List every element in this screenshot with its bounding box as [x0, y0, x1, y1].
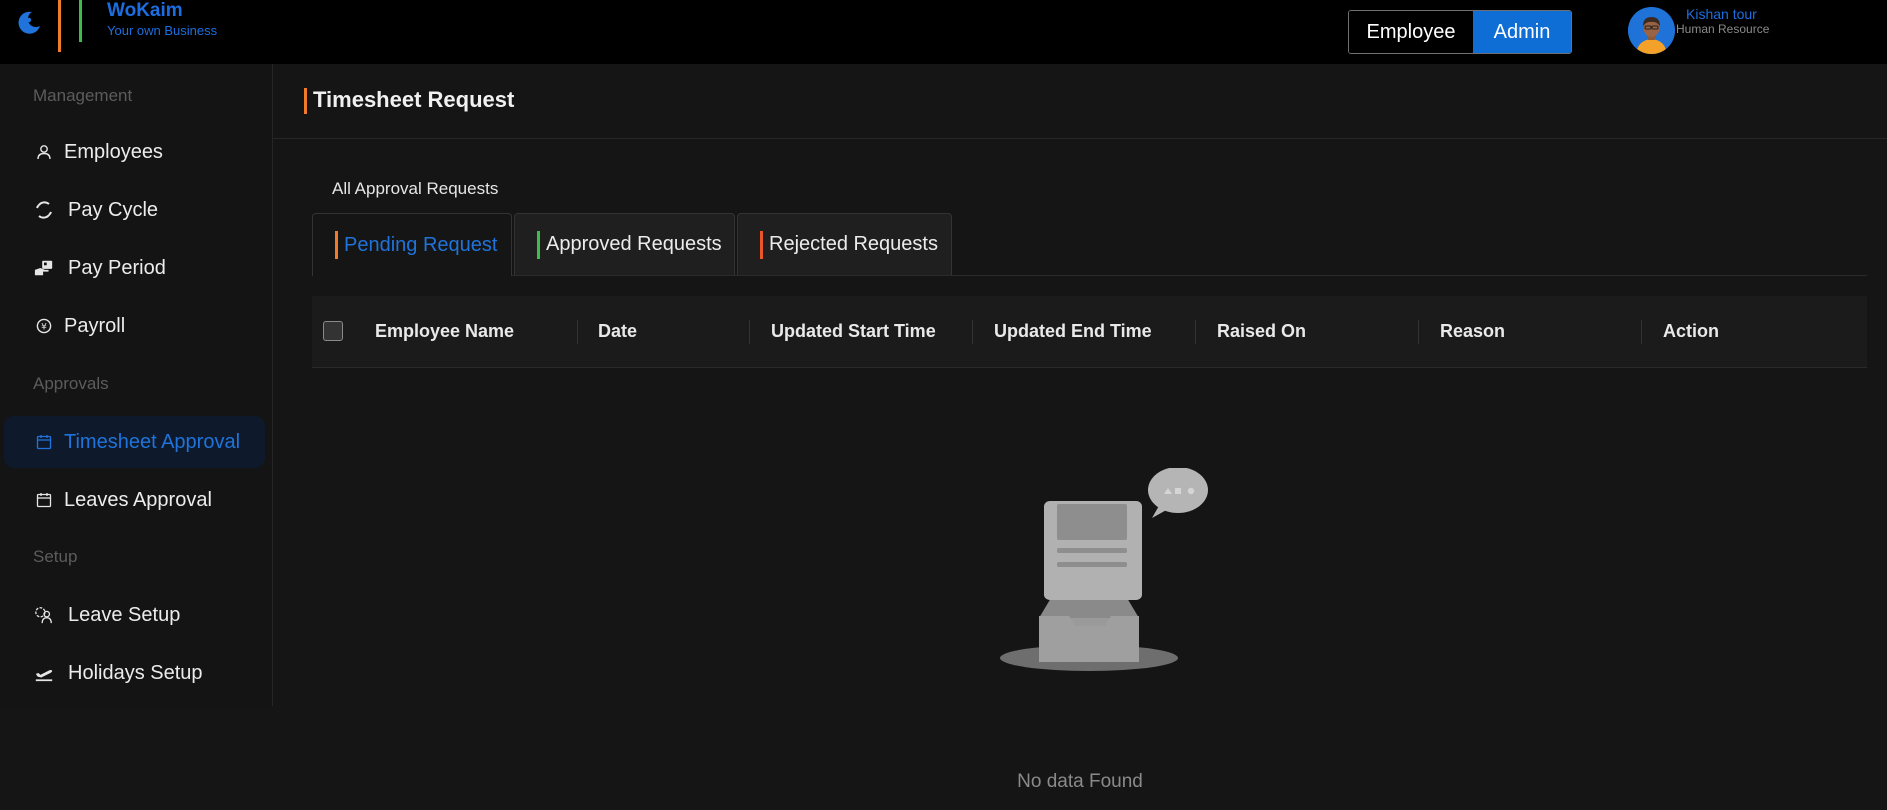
section-label-approvals: Approvals — [33, 374, 109, 393]
avatar[interactable] — [1628, 7, 1675, 54]
brand-tagline: Your own Business — [107, 23, 218, 38]
logo-bar-green — [79, 0, 82, 42]
sidebar-item-label: Timesheet Approval — [64, 430, 241, 453]
sidebar-item-label: Leaves Approval — [64, 488, 212, 511]
brand-name[interactable]: WoKaim — [107, 0, 183, 22]
sidebar-item-employees[interactable]: Employees — [4, 126, 265, 178]
sidebar-item-pay-cycle[interactable]: Pay Cycle — [4, 184, 265, 236]
column-header-updated-end-time[interactable]: Updated End Time — [994, 296, 1152, 367]
sidebar-item-label: Holidays Setup — [68, 661, 203, 684]
sidebar-item-pay-period[interactable]: Pay Period — [4, 242, 265, 294]
tab-accent-bar — [335, 231, 338, 259]
sidebar-item-label: Pay Period — [68, 256, 166, 279]
column-header-updated-start-time[interactable]: Updated Start Time — [771, 296, 936, 367]
tab-accent-bar — [537, 230, 540, 259]
empty-state-text: No data Found — [1017, 771, 1143, 792]
user-role: Human Resource — [1676, 22, 1770, 36]
plane-takeoff-icon — [34, 663, 54, 683]
admin-role-button[interactable]: Admin — [1473, 11, 1571, 53]
column-divider — [972, 320, 973, 344]
cycle-icon — [34, 200, 54, 220]
select-all-checkbox[interactable] — [323, 321, 343, 341]
column-divider — [1641, 320, 1642, 344]
sidebar-item-leaves-approval[interactable]: Leaves Approval — [4, 474, 265, 526]
column-header-date[interactable]: Date — [598, 296, 637, 367]
tab-rejected-requests[interactable]: Rejected Requests — [737, 213, 952, 275]
sidebar-item-timesheet-approval[interactable]: Timesheet Approval — [4, 416, 265, 468]
section-label-setup: Setup — [33, 547, 78, 566]
sidebar-item-label: Pay Cycle — [68, 198, 159, 221]
moon-logo-icon — [18, 11, 40, 34]
main-content: Timesheet Request All Approval Requests … — [273, 64, 1887, 810]
column-divider — [749, 320, 750, 344]
user-settings-icon — [34, 605, 54, 625]
title-accent-bar — [304, 88, 307, 114]
table-header: Employee Name Date Updated Start Time Up… — [312, 296, 1867, 368]
top-bar: WoKaim Your own Business Employee Admin … — [0, 0, 1887, 64]
user-icon — [34, 142, 54, 162]
column-divider — [577, 320, 578, 344]
user-avatar-icon — [1628, 7, 1675, 54]
page-header: Timesheet Request — [273, 64, 1887, 139]
svg-text:¥: ¥ — [41, 323, 47, 333]
tab-pending-request[interactable]: Pending Request — [312, 213, 512, 276]
sidebar-item-payroll[interactable]: ¥ Payroll — [4, 300, 265, 352]
calendar-icon — [34, 432, 54, 452]
column-header-raised-on[interactable]: Raised On — [1217, 296, 1306, 367]
sidebar-item-label: Leave Setup — [68, 603, 181, 626]
column-divider — [1418, 320, 1419, 344]
tab-label: Approved Requests — [546, 233, 722, 255]
role-switch: Employee Admin — [1348, 10, 1572, 54]
column-header-reason[interactable]: Reason — [1440, 296, 1505, 367]
tab-accent-bar — [760, 230, 763, 259]
sidebar-item-label: Employees — [64, 140, 163, 163]
empty-inbox-icon — [1000, 468, 1208, 671]
calendar-icon — [34, 490, 54, 510]
column-header-employee-name[interactable]: Employee Name — [375, 296, 514, 367]
tab-approved-requests[interactable]: Approved Requests — [514, 213, 735, 275]
sidebar-item-label: Payroll — [64, 314, 126, 337]
request-tabs: Pending Request Approved Requests Reject… — [312, 213, 1867, 276]
sidebar: Management Employees Pay Cycle Pay Perio… — [0, 64, 273, 706]
section-heading: All Approval Requests — [332, 179, 499, 198]
user-name[interactable]: Kishan tour — [1686, 6, 1757, 22]
employee-role-button[interactable]: Employee — [1349, 11, 1473, 53]
yen-coin-icon: ¥ — [34, 316, 54, 336]
hand-money-icon — [34, 258, 54, 278]
sidebar-item-leave-setup[interactable]: Leave Setup — [4, 589, 265, 641]
logo-bar-orange — [58, 0, 61, 52]
tab-label: Pending Request — [344, 233, 498, 256]
column-header-action[interactable]: Action — [1663, 296, 1719, 367]
page-title: Timesheet Request — [313, 87, 515, 112]
tab-label: Rejected Requests — [769, 233, 938, 255]
column-divider — [1195, 320, 1196, 344]
sidebar-item-holidays-setup[interactable]: Holidays Setup — [4, 647, 265, 699]
section-label-management: Management — [33, 86, 133, 105]
